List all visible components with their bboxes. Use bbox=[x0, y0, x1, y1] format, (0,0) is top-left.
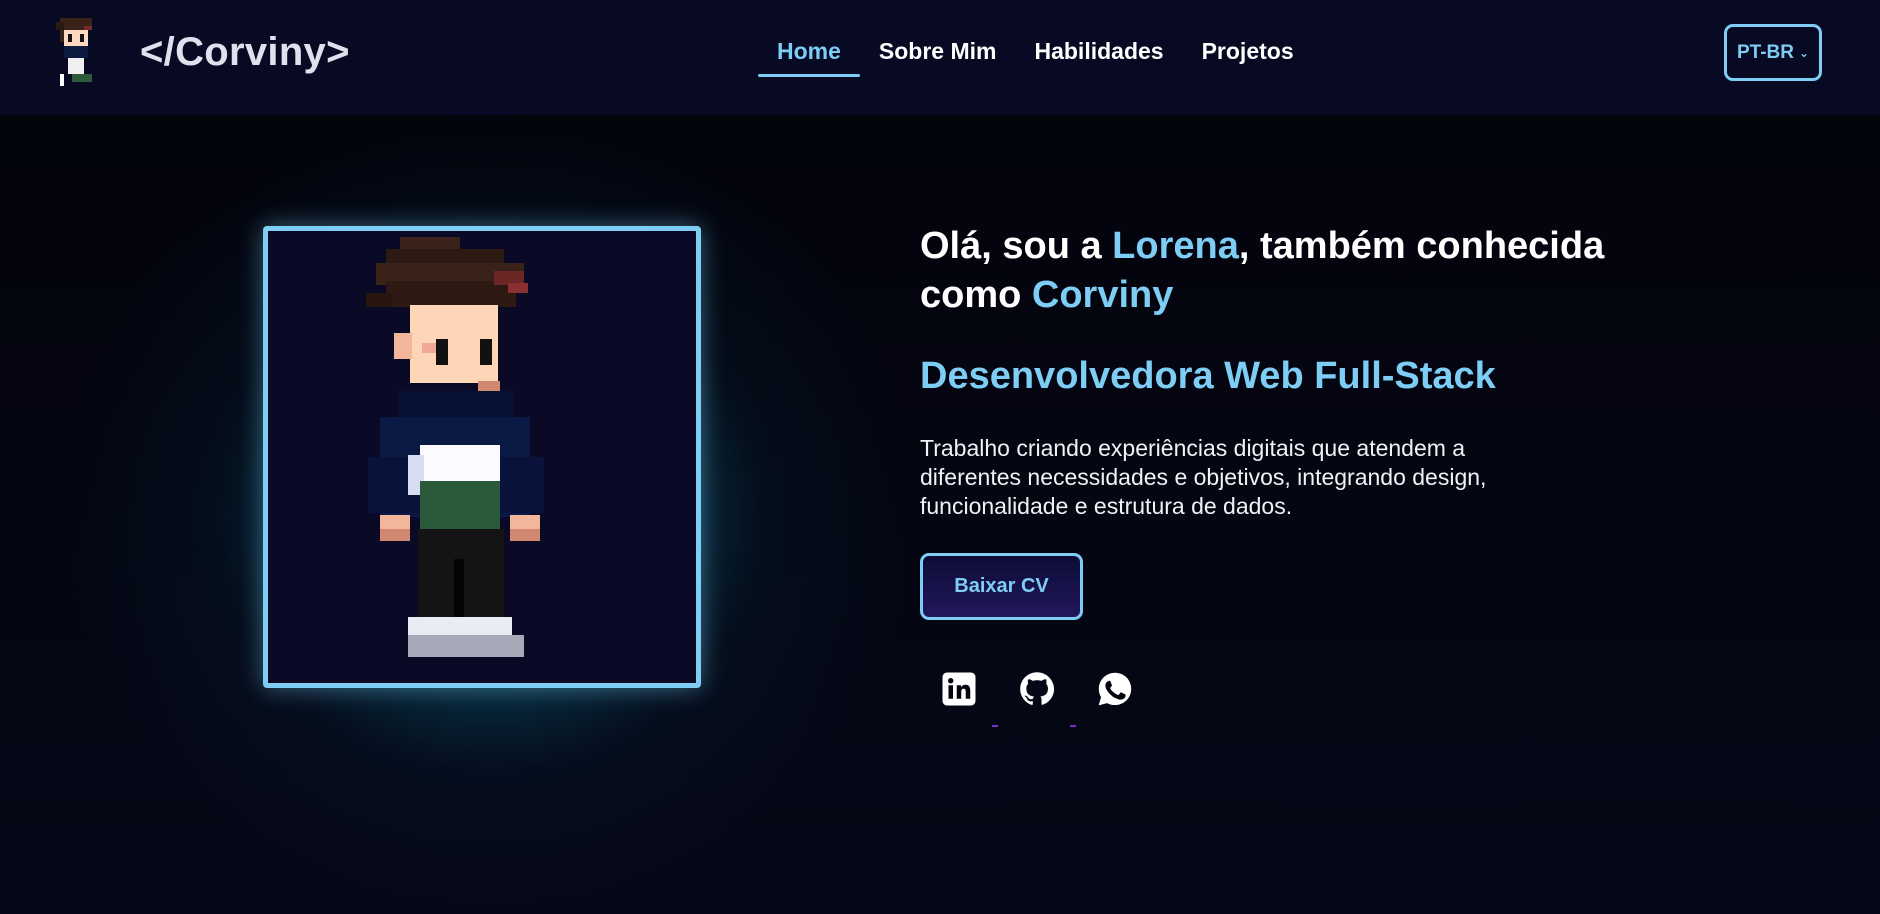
decor-mark bbox=[992, 725, 998, 727]
name-highlight: Lorena bbox=[1112, 225, 1239, 267]
linkedin-icon bbox=[942, 672, 976, 706]
language-select-value: PT-BR bbox=[1736, 41, 1794, 63]
brand-name[interactable]: </Corviny> bbox=[140, 30, 350, 75]
pixel-avatar-illustration bbox=[366, 237, 544, 657]
role-title: Desenvolvedora Web Full-Stack bbox=[920, 355, 1496, 397]
hero-description: Trabalho criando experiências digitais q… bbox=[920, 435, 1487, 519]
nickname-highlight: Corviny bbox=[1031, 274, 1174, 316]
github-link[interactable] bbox=[998, 665, 1076, 713]
decor-mark bbox=[1070, 725, 1076, 727]
whatsapp-link[interactable] bbox=[1076, 665, 1154, 713]
hero-headline: Olá, sou a Lorena, também conhecida como… bbox=[920, 222, 1620, 320]
portrait-frame bbox=[263, 226, 701, 688]
page: </Corviny> Home Sobre Mim Habilidades Pr… bbox=[0, 0, 1880, 914]
navbar: </Corviny> Home Sobre Mim Habilidades Pr… bbox=[0, 0, 1880, 115]
nav-link-projetos[interactable]: Projetos bbox=[1183, 28, 1313, 77]
brand-avatar-icon bbox=[52, 18, 100, 90]
whatsapp-icon bbox=[1098, 672, 1132, 706]
nav-link-habilidades[interactable]: Habilidades bbox=[1015, 28, 1182, 77]
chevron-down-icon: ⌄ bbox=[1798, 45, 1810, 60]
nav-link-sobre-mim[interactable]: Sobre Mim bbox=[860, 28, 1016, 77]
greeting-text: Olá, sou a bbox=[920, 225, 1113, 267]
brand[interactable]: </Corviny> bbox=[52, 18, 349, 90]
download-cv-button[interactable]: Baixar CV bbox=[920, 553, 1083, 620]
language-select[interactable]: PT-BR ⌄ bbox=[1724, 24, 1822, 81]
social-links bbox=[920, 665, 1154, 713]
linkedin-link[interactable] bbox=[920, 665, 998, 713]
hero-text: Olá, sou a Lorena, também conhecida como… bbox=[920, 222, 1620, 521]
main-nav: Home Sobre Mim Habilidades Projetos bbox=[758, 28, 1313, 77]
github-icon bbox=[1020, 672, 1055, 705]
nav-link-home[interactable]: Home bbox=[758, 28, 860, 77]
